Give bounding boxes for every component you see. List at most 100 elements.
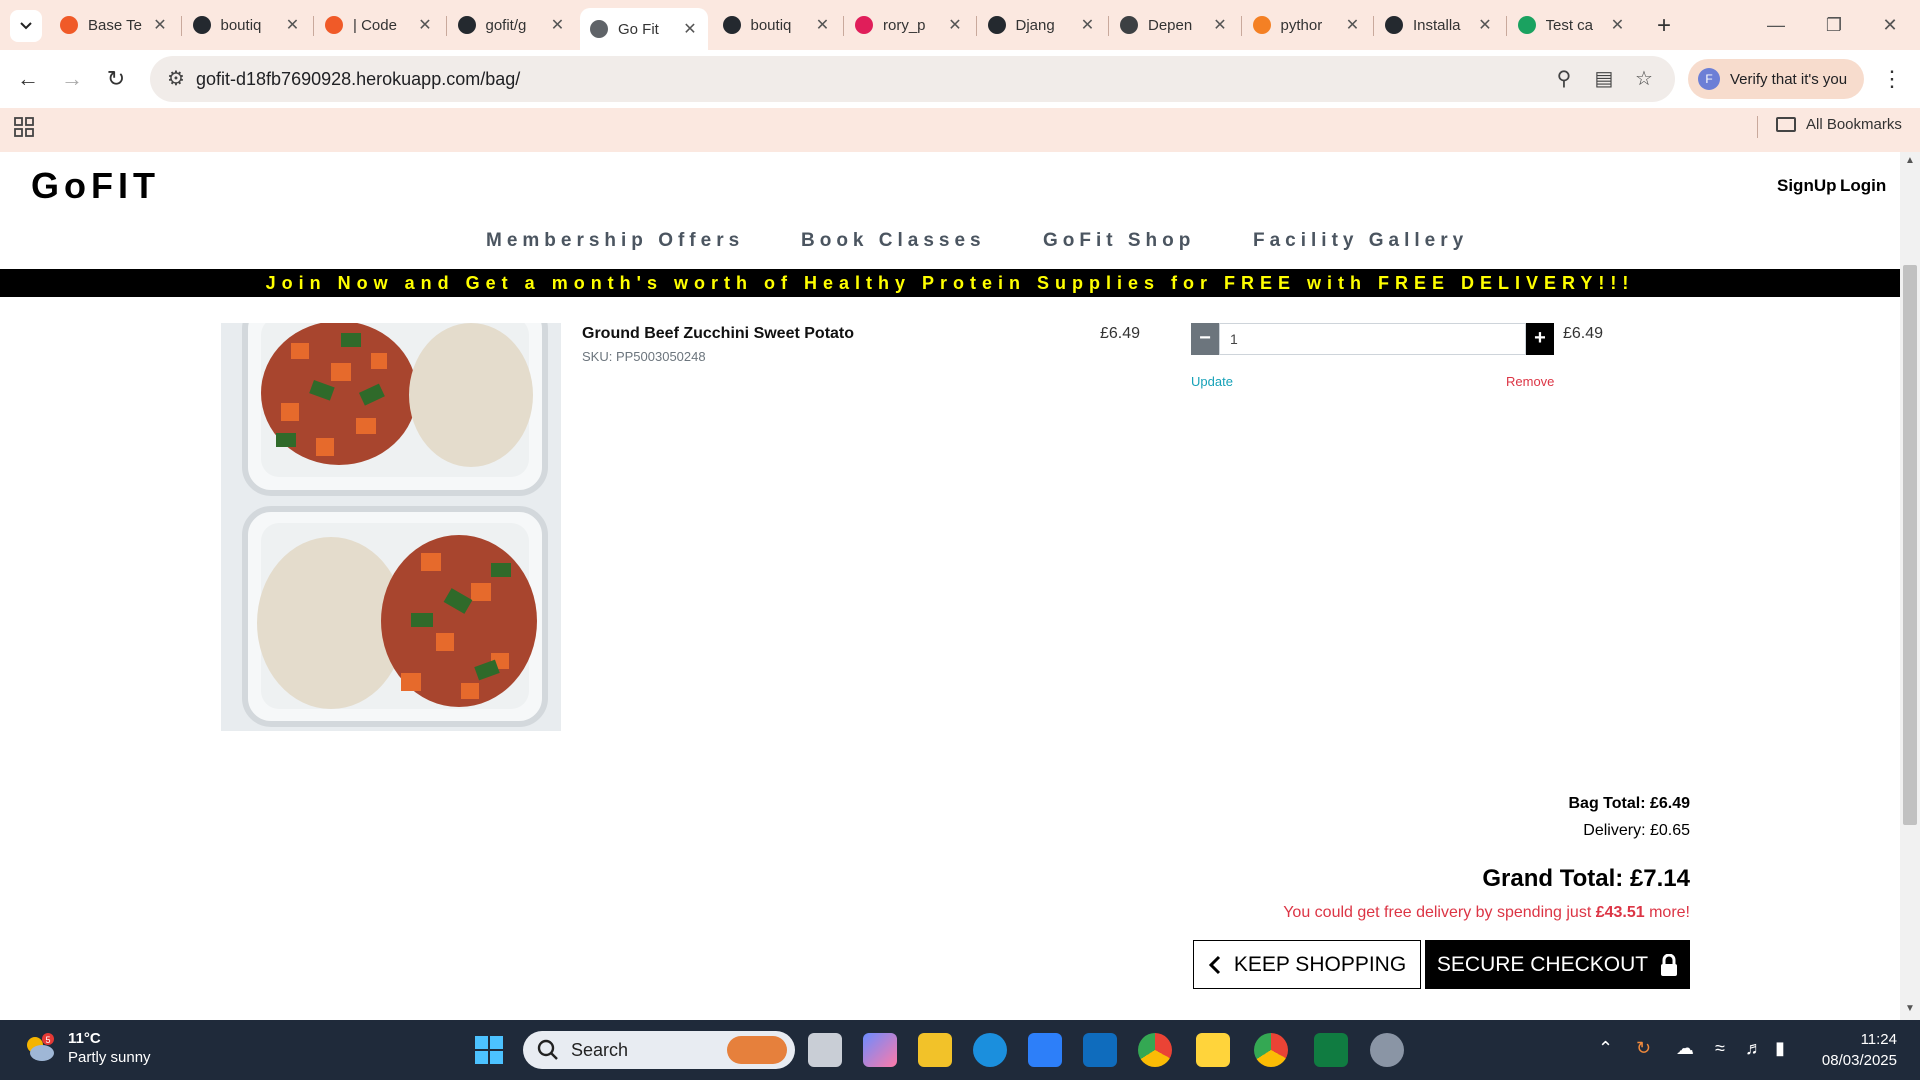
battery-icon[interactable]: ▮ — [1775, 1038, 1785, 1059]
browser-tab[interactable]: Go Fit ✕ — [580, 8, 708, 50]
verify-identity-button[interactable]: F Verify that it's you — [1688, 59, 1864, 99]
nav-membership-offers[interactable]: Membership Offers — [486, 230, 744, 252]
omnibox[interactable]: ⚙ gofit-d18fb7690928.herokuapp.com/bag/ … — [150, 56, 1675, 102]
keep-shopping-button[interactable]: KEEP SHOPPING — [1193, 940, 1421, 989]
chrome-icon[interactable] — [1138, 1033, 1172, 1067]
tab-label: Depen — [1148, 16, 1193, 34]
browser-tab[interactable]: Base Te ✕ — [50, 8, 178, 42]
tab-close-icon[interactable]: ✕ — [550, 15, 566, 35]
tab-close-icon[interactable]: ✕ — [682, 19, 698, 39]
task-view-icon[interactable] — [808, 1033, 842, 1067]
browser-tab[interactable]: pythor ✕ — [1243, 8, 1371, 42]
excel-icon[interactable] — [1314, 1033, 1348, 1067]
search-label: Search — [571, 1039, 629, 1060]
quantity-input[interactable]: 1 — [1219, 323, 1526, 355]
site-logo[interactable]: GoFIT — [31, 165, 160, 207]
update-link[interactable]: Update — [1191, 374, 1233, 389]
file-explorer-icon[interactable] — [918, 1033, 952, 1067]
browser-tab[interactable]: gofit/g ✕ — [448, 8, 576, 42]
folder-icon — [1776, 117, 1796, 132]
decrement-button[interactable]: − — [1191, 323, 1219, 355]
apps-grid-icon[interactable] — [14, 117, 34, 137]
secure-checkout-label: SECURE CHECKOUT — [1436, 952, 1649, 976]
sync-icon[interactable]: ↻ — [1636, 1038, 1651, 1059]
free-delivery-message: You could get free delivery by spending … — [1283, 904, 1690, 922]
tab-close-icon[interactable]: ✕ — [417, 15, 433, 35]
free-delivery-prefix: You could get free delivery by spending … — [1283, 904, 1596, 921]
tab-close-icon[interactable]: ✕ — [1477, 15, 1493, 35]
tab-favicon-icon — [1385, 16, 1403, 34]
zoom-icon[interactable]: ⚲ — [1552, 67, 1576, 91]
tab-close-icon[interactable]: ✕ — [815, 15, 831, 35]
browser-tab[interactable]: Djang ✕ — [978, 8, 1106, 42]
settings-icon[interactable] — [1370, 1033, 1404, 1067]
increment-button[interactable]: + — [1526, 323, 1554, 355]
scroll-down-icon[interactable]: ▼ — [1903, 1003, 1917, 1017]
reload-button[interactable]: ↻ — [100, 63, 132, 95]
all-bookmarks-button[interactable]: All Bookmarks — [1776, 116, 1902, 133]
product-image[interactable] — [221, 323, 561, 731]
tab-separator — [1505, 16, 1507, 36]
remove-link[interactable]: Remove — [1506, 374, 1554, 389]
tray-overflow-icon[interactable]: ⌃ — [1598, 1038, 1613, 1059]
tab-label: Go Fit — [618, 20, 659, 38]
url-text[interactable]: gofit-d18fb7690928.herokuapp.com/bag/ — [196, 69, 520, 90]
volume-icon[interactable]: ♬ — [1745, 1038, 1763, 1059]
tab-search-button[interactable] — [10, 10, 42, 42]
edge-icon[interactable] — [973, 1033, 1007, 1067]
wifi-icon[interactable]: ≈ — [1715, 1038, 1725, 1059]
new-tab-button[interactable]: + — [1650, 12, 1678, 40]
tab-close-icon[interactable]: ✕ — [285, 15, 301, 35]
product-name[interactable]: Ground Beef Zucchini Sweet Potato — [582, 325, 854, 343]
browser-tab[interactable]: | Code ✕ — [315, 8, 443, 42]
site-info-icon[interactable]: ⚙ — [164, 67, 188, 91]
copilot-icon[interactable] — [863, 1033, 897, 1067]
star-icon[interactable]: ☆ — [1632, 67, 1656, 91]
secure-checkout-button[interactable]: SECURE CHECKOUT — [1425, 940, 1690, 989]
onedrive-icon[interactable]: ☁ — [1676, 1038, 1694, 1059]
chrome-profile-icon[interactable] — [1254, 1033, 1288, 1067]
browser-tab[interactable]: rory_p ✕ — [845, 8, 973, 42]
lock-icon — [1661, 953, 1678, 976]
sticky-notes-icon[interactable] — [1196, 1033, 1230, 1067]
nav-facility-gallery[interactable]: Facility Gallery — [1253, 230, 1468, 252]
scrollbar-thumb[interactable] — [1903, 265, 1917, 825]
scroll-up-icon[interactable]: ▲ — [1903, 155, 1917, 169]
signup-link[interactable]: SignUp — [1777, 176, 1837, 196]
minimize-icon[interactable]: — — [1756, 10, 1796, 40]
tab-close-icon[interactable]: ✕ — [1610, 15, 1626, 35]
browser-tab[interactable]: Test ca ✕ — [1508, 8, 1636, 42]
tab-favicon-icon — [855, 16, 873, 34]
tab-close-icon[interactable]: ✕ — [1212, 15, 1228, 35]
nav-book-classes[interactable]: Book Classes — [801, 230, 986, 252]
forward-button[interactable]: → — [56, 63, 88, 95]
taskbar-search[interactable]: Search — [523, 1031, 795, 1069]
menu-icon[interactable]: ⋮ — [1880, 63, 1904, 95]
login-link[interactable]: Login — [1840, 176, 1886, 196]
close-window-icon[interactable]: ✕ — [1870, 10, 1910, 40]
tab-label: Test ca — [1545, 16, 1594, 34]
clock-time: 11:24 — [1860, 1031, 1897, 1048]
windows-start-icon[interactable] — [472, 1033, 506, 1067]
keep-shopping-label: KEEP SHOPPING — [1233, 952, 1407, 976]
tab-close-icon[interactable]: ✕ — [1345, 15, 1361, 35]
browser-tab[interactable]: Installa ✕ — [1375, 8, 1503, 42]
tab-close-icon[interactable]: ✕ — [152, 15, 168, 35]
tab-separator — [445, 16, 447, 36]
tab-label: | Code — [353, 16, 397, 34]
nav-gofit-shop[interactable]: GoFit Shop — [1043, 230, 1195, 252]
delivery-cost: Delivery: £0.65 — [1583, 822, 1690, 839]
tab-close-icon[interactable]: ✕ — [1080, 15, 1096, 35]
store-icon[interactable] — [1028, 1033, 1062, 1067]
card-icon[interactable]: ▤ — [1592, 67, 1616, 91]
tab-label: boutiq — [750, 16, 792, 34]
restore-icon[interactable]: ❐ — [1814, 10, 1854, 40]
tab-close-icon[interactable]: ✕ — [947, 15, 963, 35]
browser-tab[interactable]: Depen ✕ — [1110, 8, 1238, 42]
weather-widget[interactable]: 5 11°C Partly sunny — [22, 1029, 151, 1067]
back-button[interactable]: ← — [12, 63, 44, 95]
taskbar-clock[interactable]: 11:24 08/03/2025 — [1822, 1029, 1897, 1071]
browser-tab[interactable]: boutiq ✕ — [183, 8, 311, 42]
outlook-icon[interactable] — [1083, 1033, 1117, 1067]
browser-tab[interactable]: boutiq ✕ — [713, 8, 841, 42]
